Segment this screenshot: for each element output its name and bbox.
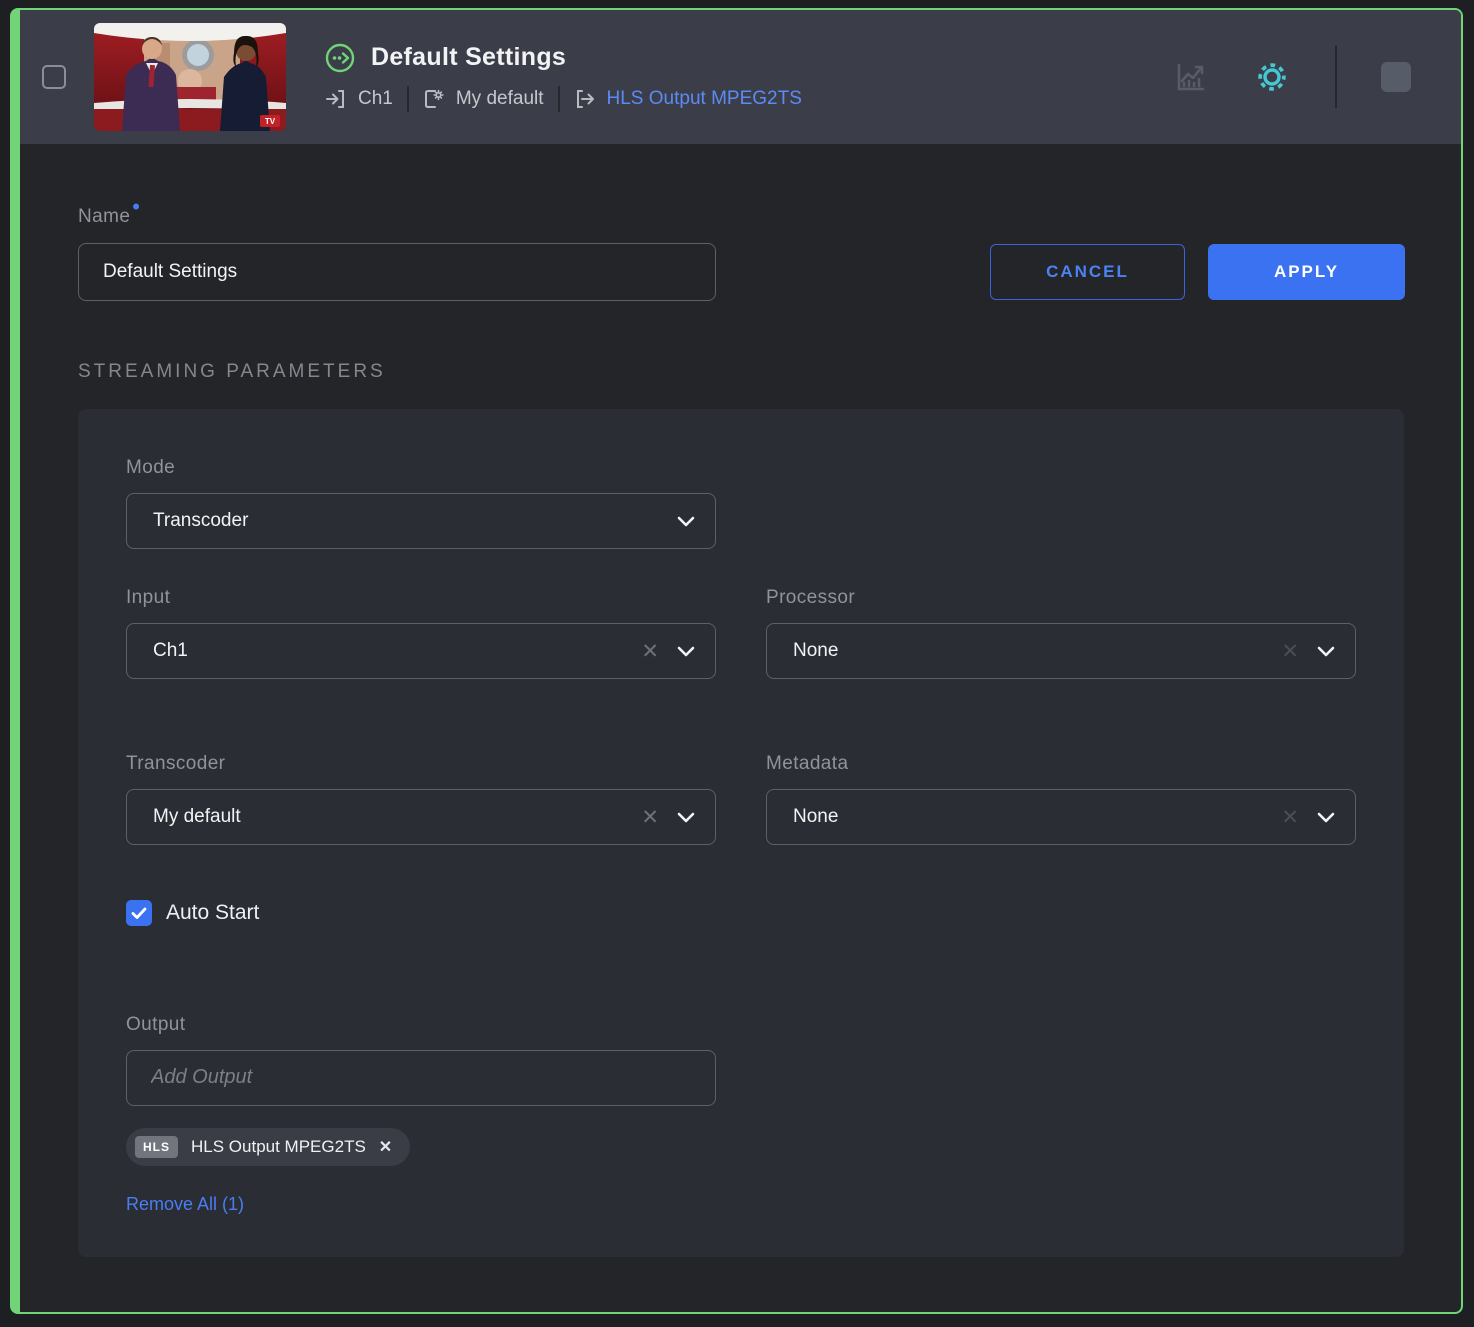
- transcoder-icon: [423, 88, 445, 110]
- breadcrumb-transcoder[interactable]: My default: [423, 88, 544, 110]
- chevron-down-icon: [1317, 812, 1335, 823]
- clear-metadata-icon[interactable]: ✕: [1281, 807, 1299, 828]
- auto-start-checkbox[interactable]: [126, 900, 152, 926]
- svg-text:TV: TV: [265, 117, 276, 126]
- clear-transcoder-icon[interactable]: ✕: [641, 807, 659, 828]
- apply-button[interactable]: APPLY: [1208, 244, 1405, 300]
- clear-input-icon[interactable]: ✕: [641, 641, 659, 662]
- auto-start-label: Auto Start: [166, 901, 259, 925]
- breadcrumb: Ch1 My default: [325, 86, 802, 112]
- remove-all-link[interactable]: Remove All (1): [126, 1194, 1356, 1215]
- input-value: Ch1: [153, 640, 188, 662]
- stream-header: TV Default Settings Ch1: [20, 10, 1461, 144]
- breadcrumb-input-label: Ch1: [358, 88, 393, 110]
- processor-field: Processor None ✕: [766, 587, 1356, 679]
- auto-start-toggle[interactable]: Auto Start: [126, 900, 1356, 926]
- input-label: Input: [126, 587, 716, 609]
- gear-icon: [1253, 58, 1291, 96]
- remove-output-icon[interactable]: ✕: [379, 1137, 392, 1157]
- breadcrumb-divider: [407, 86, 409, 112]
- name-input[interactable]: [78, 243, 716, 301]
- metadata-value: None: [793, 806, 838, 828]
- processor-value: None: [793, 640, 838, 662]
- name-label: Name•: [78, 206, 1405, 228]
- breadcrumb-output-label: HLS Output MPEG2TS: [607, 88, 802, 110]
- stream-preview-thumbnail[interactable]: TV: [94, 23, 286, 131]
- mode-label: Mode: [126, 457, 716, 479]
- add-output-input[interactable]: [126, 1050, 716, 1106]
- output-chip-badge: HLS: [135, 1136, 178, 1158]
- breadcrumb-transcoder-label: My default: [456, 88, 544, 110]
- streaming-parameters-title: STREAMING PARAMETERS: [78, 361, 1405, 383]
- chevron-down-icon: [1317, 646, 1335, 657]
- processor-label: Processor: [766, 587, 1356, 609]
- settings-button[interactable]: [1253, 58, 1291, 96]
- chevron-down-icon: [677, 812, 695, 823]
- metadata-field: Metadata None ✕: [766, 753, 1356, 845]
- settings-form: Name• CANCEL APPLY STREAMING PARAMETERS …: [20, 206, 1461, 1257]
- title-block: Default Settings Ch1: [325, 43, 802, 112]
- streaming-parameters-panel: Mode Transcoder Input Ch1 ✕: [78, 409, 1404, 1257]
- stream-select-checkbox[interactable]: [42, 65, 66, 89]
- mode-value: Transcoder: [153, 510, 248, 532]
- check-icon: [131, 907, 147, 920]
- input-select[interactable]: Ch1 ✕: [126, 623, 716, 679]
- chart-stats-icon: [1173, 59, 1209, 95]
- metadata-select[interactable]: None ✕: [766, 789, 1356, 845]
- stream-settings-window: TV Default Settings Ch1: [10, 8, 1463, 1314]
- chevron-down-icon: [677, 646, 695, 657]
- news-studio-preview-image: TV: [94, 23, 286, 131]
- stop-button[interactable]: [1381, 62, 1411, 92]
- output-chip-label: HLS Output MPEG2TS: [191, 1137, 366, 1157]
- cancel-button[interactable]: CANCEL: [990, 244, 1185, 300]
- processor-select[interactable]: None ✕: [766, 623, 1356, 679]
- input-source-icon: [325, 88, 347, 110]
- breadcrumb-output[interactable]: HLS Output MPEG2TS: [574, 88, 802, 110]
- statistics-button[interactable]: [1173, 59, 1209, 95]
- stream-status-icon: [325, 43, 355, 73]
- header-actions: [1173, 46, 1411, 108]
- transcoder-value: My default: [153, 806, 241, 828]
- transcoder-field: Transcoder My default ✕: [126, 753, 716, 845]
- breadcrumb-input[interactable]: Ch1: [325, 88, 393, 110]
- transcoder-select[interactable]: My default ✕: [126, 789, 716, 845]
- breadcrumb-divider: [558, 86, 560, 112]
- clear-processor-icon[interactable]: ✕: [1281, 641, 1299, 662]
- mode-select[interactable]: Transcoder: [126, 493, 716, 549]
- metadata-label: Metadata: [766, 753, 1356, 775]
- output-label: Output: [126, 1014, 1356, 1036]
- required-dot-icon: •: [132, 194, 140, 219]
- page-title: Default Settings: [371, 43, 566, 72]
- header-divider: [1335, 46, 1337, 108]
- output-chip[interactable]: HLS HLS Output MPEG2TS ✕: [126, 1128, 410, 1166]
- input-field: Input Ch1 ✕: [126, 587, 716, 679]
- chevron-down-icon: [677, 516, 695, 527]
- output-icon: [574, 88, 596, 110]
- mode-field: Mode Transcoder: [126, 457, 716, 549]
- transcoder-label: Transcoder: [126, 753, 716, 775]
